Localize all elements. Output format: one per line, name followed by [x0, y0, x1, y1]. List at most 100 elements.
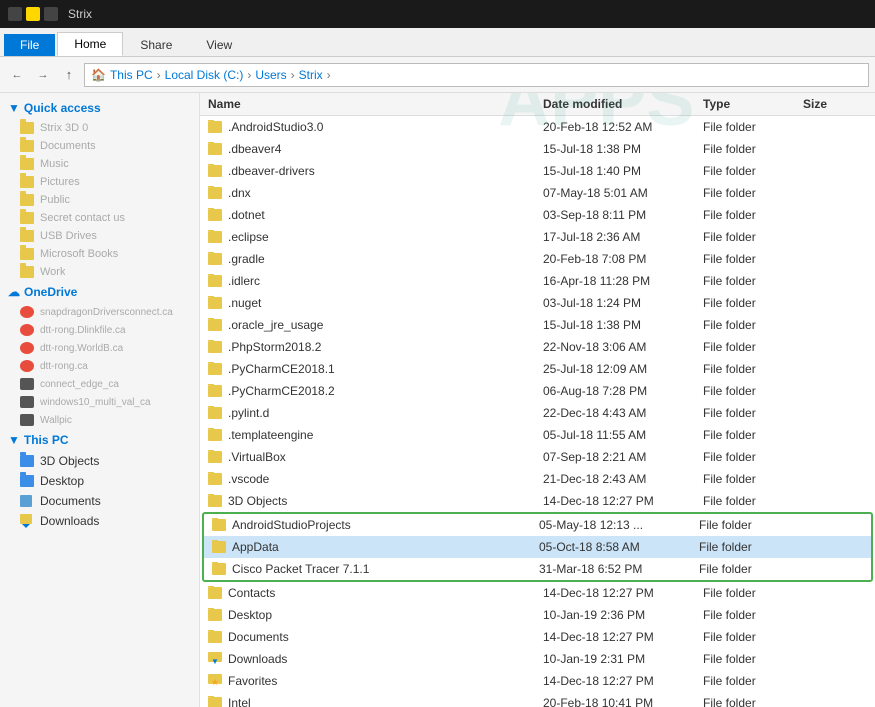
- sidebar-quick-access-header[interactable]: ▼ Quick access: [0, 97, 199, 119]
- file-row-name: .dbeaver-drivers: [200, 164, 535, 178]
- col-header-name[interactable]: Name: [200, 97, 535, 111]
- file-row-type: File folder: [695, 362, 795, 376]
- tab-share[interactable]: Share: [123, 33, 189, 56]
- sidebar-item-dtt-rong[interactable]: dtt-rong.ca: [0, 357, 199, 375]
- sidebar-item-connect-edge[interactable]: connect_edge_ca: [0, 375, 199, 393]
- sidebar-item-work[interactable]: Work: [0, 263, 199, 281]
- tab-home[interactable]: Home: [57, 32, 123, 56]
- sidebar-item-label: Work: [40, 266, 65, 278]
- sidebar-item-documents-qa[interactable]: Documents: [0, 137, 199, 155]
- col-header-type[interactable]: Type: [695, 97, 795, 111]
- file-row-date: 10-Jan-19 2:31 PM: [535, 652, 695, 666]
- file-row-type: File folder: [695, 674, 795, 688]
- sidebar-item-pictures[interactable]: Pictures: [0, 173, 199, 191]
- folder-icon: [208, 495, 222, 507]
- sidebar-item-music[interactable]: Music: [0, 155, 199, 173]
- sidebar-item-documents-pc[interactable]: Documents: [0, 491, 199, 511]
- file-row-name: .AndroidStudio3.0: [200, 120, 535, 134]
- folder-icon: [208, 341, 222, 353]
- table-row[interactable]: Cisco Packet Tracer 7.1.1 31-Mar-18 6:52…: [204, 558, 871, 580]
- table-row[interactable]: .PhpStorm2018.2 22-Nov-18 3:06 AM File f…: [200, 336, 875, 358]
- table-row[interactable]: .templateengine 05-Jul-18 11:55 AM File …: [200, 424, 875, 446]
- file-row-date: 14-Dec-18 12:27 PM: [535, 494, 695, 508]
- folder-icon: [208, 385, 222, 397]
- sidebar-item-label: Microsoft Books: [40, 248, 118, 260]
- file-row-type: File folder: [695, 652, 795, 666]
- table-row[interactable]: .dotnet 03-Sep-18 8:11 PM File folder: [200, 204, 875, 226]
- table-row[interactable]: Intel 20-Feb-18 10:41 PM File folder: [200, 692, 875, 707]
- file-row-type: File folder: [695, 252, 795, 266]
- table-row[interactable]: .dbeaver4 15-Jul-18 1:38 PM File folder: [200, 138, 875, 160]
- file-name: .PyCharmCE2018.1: [228, 362, 335, 376]
- breadcrumb-local-disk[interactable]: Local Disk (C:): [165, 68, 244, 82]
- table-row[interactable]: ▼ Downloads 10-Jan-19 2:31 PM File folde…: [200, 648, 875, 670]
- cloud-icon: ☁: [8, 285, 20, 299]
- table-row[interactable]: .gradle 20-Feb-18 7:08 PM File folder: [200, 248, 875, 270]
- file-row-name: Cisco Packet Tracer 7.1.1: [204, 562, 531, 576]
- table-row[interactable]: .nuget 03-Jul-18 1:24 PM File folder: [200, 292, 875, 314]
- table-row[interactable]: .dbeaver-drivers 15-Jul-18 1:40 PM File …: [200, 160, 875, 182]
- download-icon: ▼: [208, 652, 222, 666]
- star-folder-icon: ★: [208, 674, 222, 688]
- sidebar-this-pc-header[interactable]: ▼ This PC: [0, 429, 199, 451]
- table-row[interactable]: .idlerc 16-Apr-18 11:28 PM File folder: [200, 270, 875, 292]
- file-row-name: Intel: [200, 696, 535, 707]
- table-row[interactable]: ★ Favorites 14-Dec-18 12:27 PM File fold…: [200, 670, 875, 692]
- file-row-name: .PyCharmCE2018.2: [200, 384, 535, 398]
- table-row[interactable]: .AndroidStudio3.0 20-Feb-18 12:52 AM Fil…: [200, 116, 875, 138]
- sidebar-onedrive-header[interactable]: ☁ OneDrive: [0, 281, 199, 303]
- sidebar-item-3d-objects[interactable]: 3D Objects: [0, 451, 199, 471]
- table-row[interactable]: .dnx 07-May-18 5:01 AM File folder: [200, 182, 875, 204]
- breadcrumb-this-pc[interactable]: This PC: [110, 68, 153, 82]
- up-button[interactable]: ↑: [58, 64, 80, 86]
- sidebar-item-windows10-multi[interactable]: windows10_multi_val_ca: [0, 393, 199, 411]
- sidebar-item-public[interactable]: Public: [0, 191, 199, 209]
- sidebar-item-dtt-rong-dlink[interactable]: dtt-rong.Dlinkfile.ca: [0, 321, 199, 339]
- sidebar-item-secret-contact[interactable]: Secret contact us: [0, 209, 199, 227]
- file-row-name: Contacts: [200, 586, 535, 600]
- app-icon: [20, 360, 34, 372]
- sidebar-item-snapdragon[interactable]: snapdragonDriversconnect.ca: [0, 303, 199, 321]
- col-header-date[interactable]: Date modified: [535, 97, 695, 111]
- sidebar-item-dtt-rong-worldb[interactable]: dtt-rong.WorldB.ca: [0, 339, 199, 357]
- table-row[interactable]: AppData 05-Oct-18 8:58 AM File folder: [204, 536, 871, 558]
- table-row[interactable]: .PyCharmCE2018.1 25-Jul-18 12:09 AM File…: [200, 358, 875, 380]
- table-row[interactable]: .vscode 21-Dec-18 2:43 AM File folder: [200, 468, 875, 490]
- sidebar-item-wallpic[interactable]: Wallpic: [0, 411, 199, 429]
- file-name: .eclipse: [228, 230, 269, 244]
- file-name: Contacts: [228, 586, 275, 600]
- file-name: .AndroidStudio3.0: [228, 120, 323, 134]
- file-row-type: File folder: [695, 428, 795, 442]
- sidebar-item-desktop[interactable]: Desktop: [0, 471, 199, 491]
- table-row[interactable]: 3D Objects 14-Dec-18 12:27 PM File folde…: [200, 490, 875, 512]
- back-button[interactable]: ←: [6, 64, 28, 86]
- table-row[interactable]: .VirtualBox 07-Sep-18 2:21 AM File folde…: [200, 446, 875, 468]
- table-row[interactable]: Contacts 14-Dec-18 12:27 PM File folder: [200, 582, 875, 604]
- tab-view[interactable]: View: [189, 33, 249, 56]
- col-header-size[interactable]: Size: [795, 97, 875, 111]
- sidebar-item-usb[interactable]: USB Drives: [0, 227, 199, 245]
- file-row-name: .templateengine: [200, 428, 535, 442]
- folder-icon: [208, 121, 222, 133]
- table-row[interactable]: .oracle_jre_usage 15-Jul-18 1:38 PM File…: [200, 314, 875, 336]
- sidebar-item-strix-3d[interactable]: Strix 3D 0: [0, 119, 199, 137]
- sidebar-item-label: Documents: [40, 494, 101, 508]
- tab-file[interactable]: File: [4, 34, 55, 56]
- folder-icon: [208, 587, 222, 599]
- file-row-date: 05-May-18 12:13 ...: [531, 518, 691, 532]
- sidebar-item-ms-books[interactable]: Microsoft Books: [0, 245, 199, 263]
- table-row[interactable]: AndroidStudioProjects 05-May-18 12:13 ..…: [204, 514, 871, 536]
- table-row[interactable]: .pylint.d 22-Dec-18 4:43 AM File folder: [200, 402, 875, 424]
- table-row[interactable]: .PyCharmCE2018.2 06-Aug-18 7:28 PM File …: [200, 380, 875, 402]
- file-name: .templateengine: [228, 428, 313, 442]
- breadcrumb-strix[interactable]: Strix: [299, 68, 323, 82]
- table-row[interactable]: Documents 14-Dec-18 12:27 PM File folder: [200, 626, 875, 648]
- table-row[interactable]: Desktop 10-Jan-19 2:36 PM File folder: [200, 604, 875, 626]
- app-icon: [20, 414, 34, 426]
- forward-button[interactable]: →: [32, 64, 54, 86]
- address-path[interactable]: 🏠 This PC › Local Disk (C:) › Users › St…: [84, 63, 869, 87]
- file-row-type: File folder: [695, 406, 795, 420]
- table-row[interactable]: .eclipse 17-Jul-18 2:36 AM File folder: [200, 226, 875, 248]
- sidebar-item-downloads[interactable]: Downloads: [0, 511, 199, 531]
- breadcrumb-users[interactable]: Users: [255, 68, 286, 82]
